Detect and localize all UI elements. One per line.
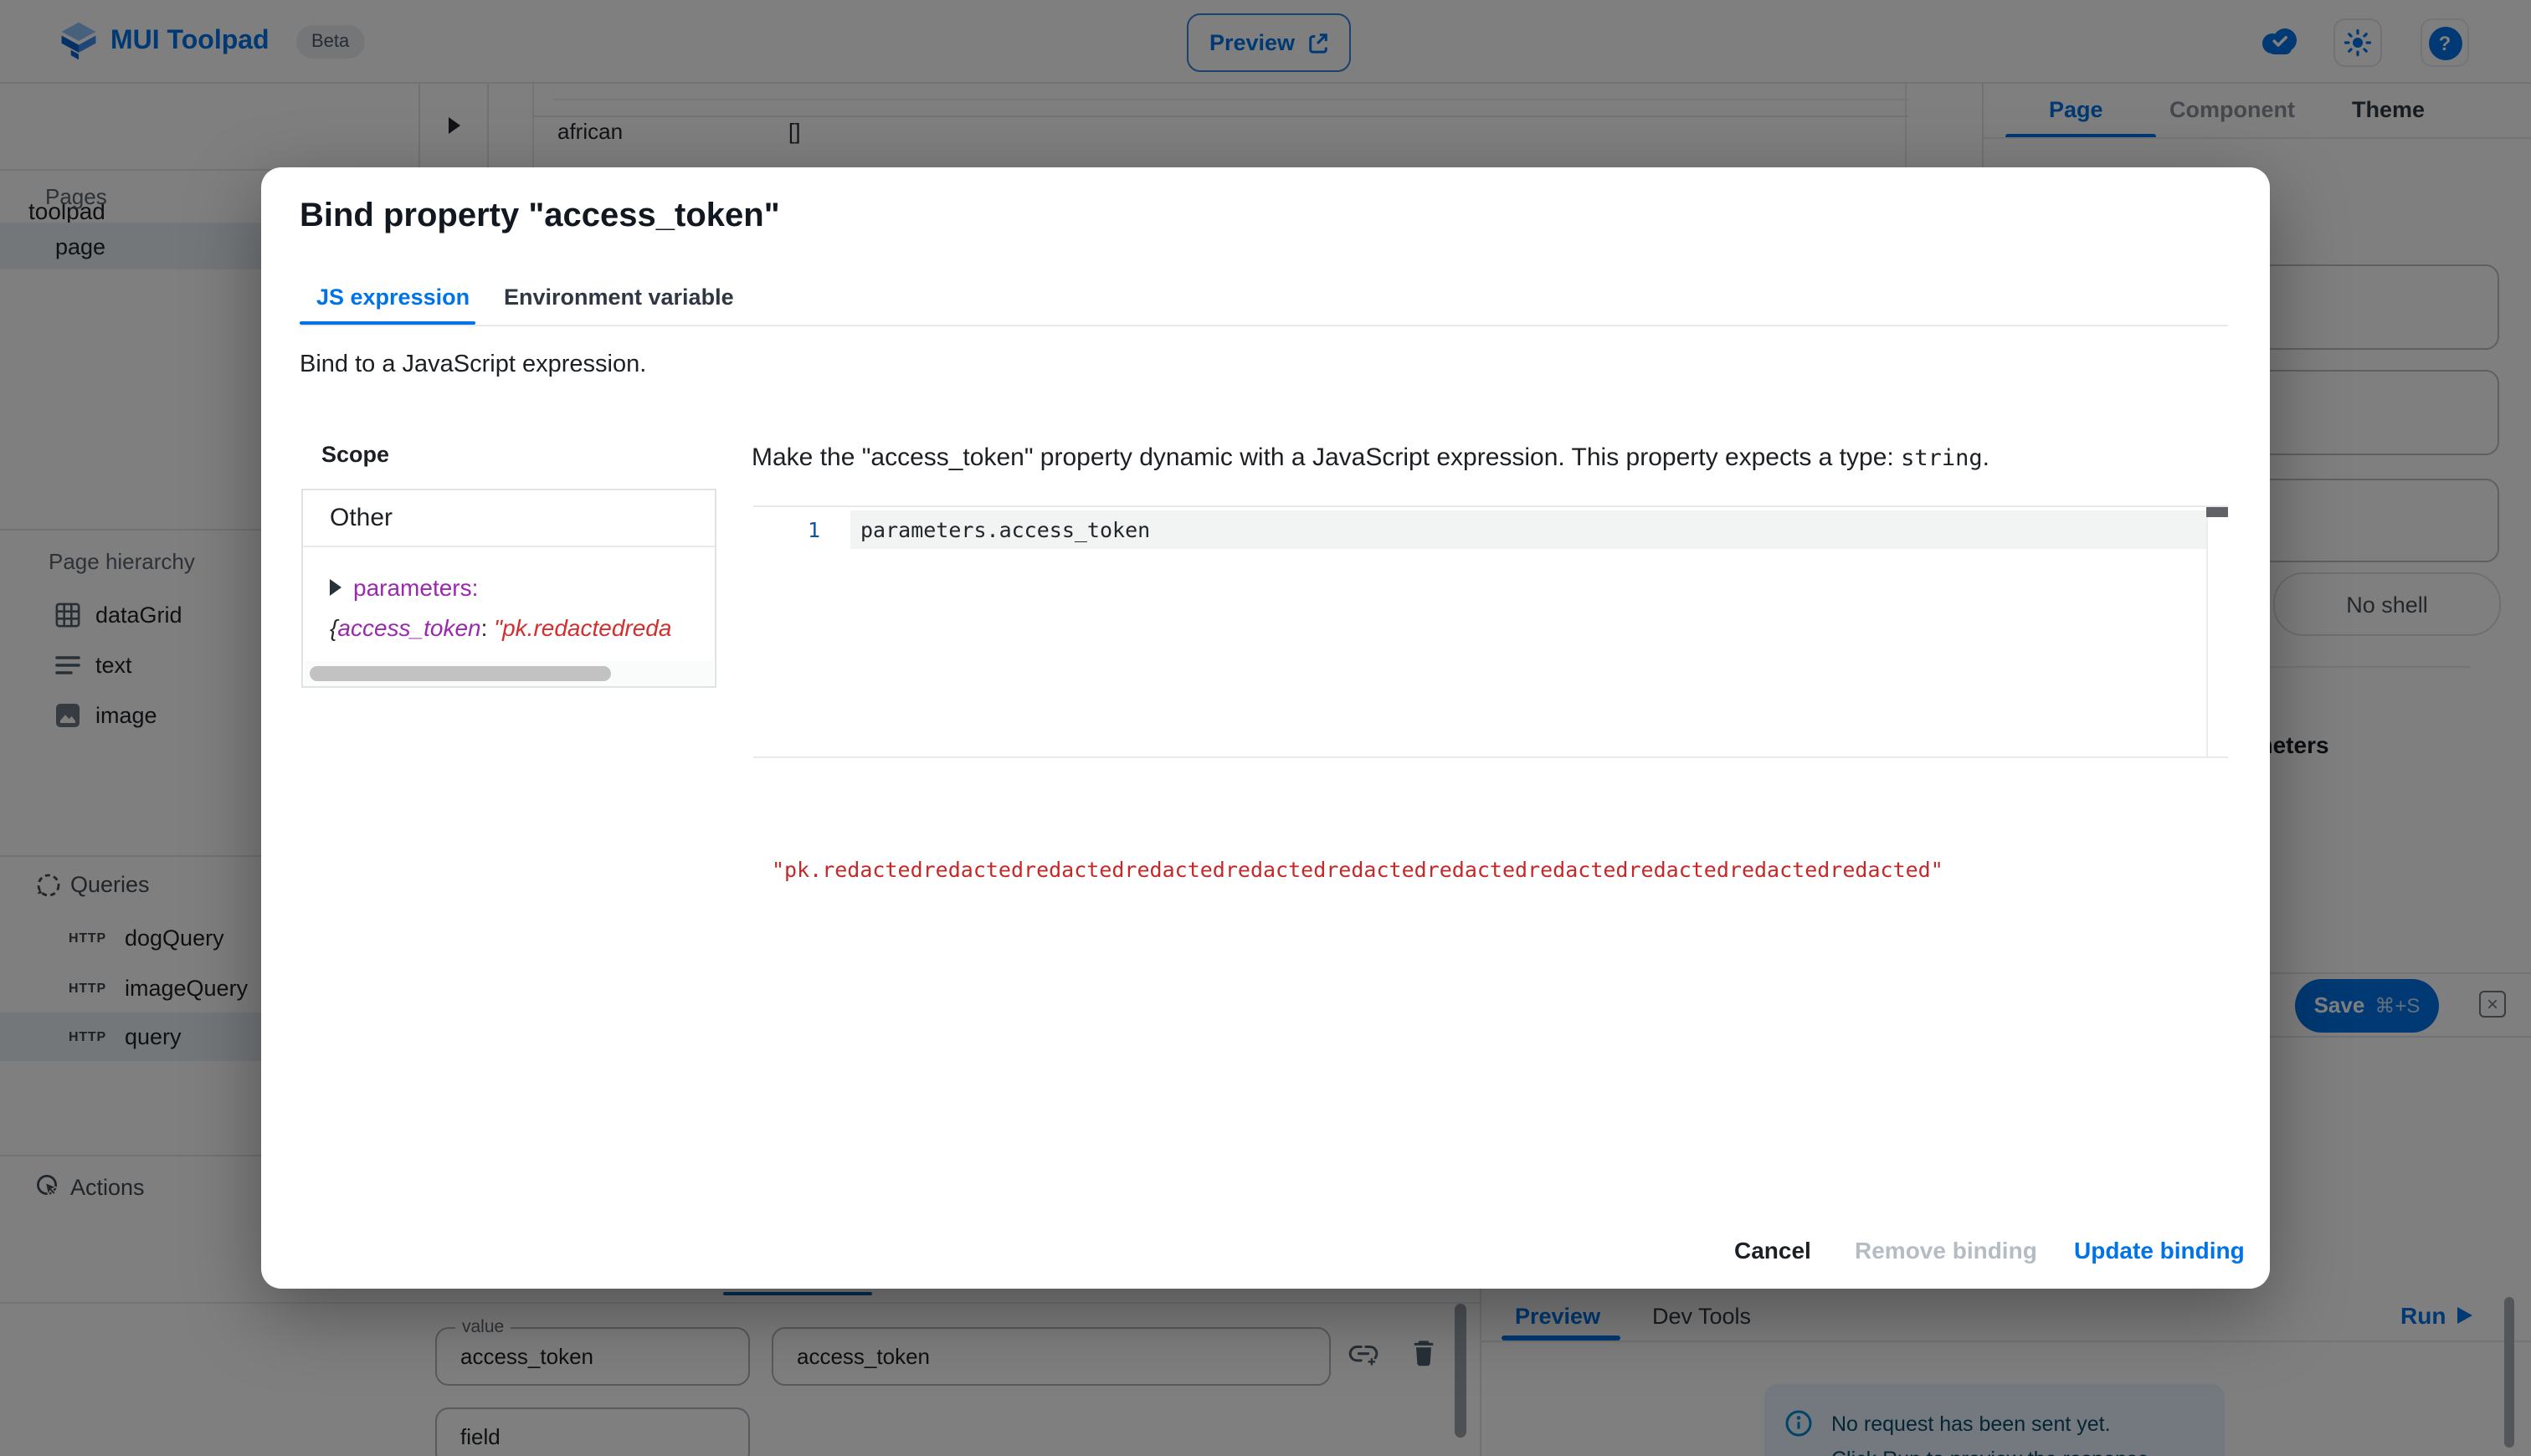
expression-result-preview: "pk.redactedredactedredactedredactedreda… [772,857,1943,882]
tab-js-expression[interactable]: JS expression [316,285,470,310]
editor-scrollbar-thumb[interactable] [2206,507,2228,517]
dialog-subtitle: Bind to a JavaScript expression. [300,351,647,378]
scope-tree-node[interactable]: parameters: [330,574,478,601]
tab-environment-variable[interactable]: Environment variable [504,285,734,310]
binding-description: Make the "access_token" property dynamic… [752,443,1989,471]
tree-expander-icon [330,579,341,596]
dialog-title: Bind property "access_token" [300,197,780,234]
update-binding-button[interactable]: Update binding [2074,1237,2245,1264]
remove-binding-button[interactable]: Remove binding [1855,1237,2037,1264]
scope-heading: Scope [321,442,390,467]
description-period: . [1982,443,1989,471]
scope-key: parameters: [353,574,479,601]
description-text: Make the "access_token" property dynamic… [752,443,1902,471]
editor-code[interactable]: parameters.access_token [860,517,1150,542]
js-expression-editor[interactable]: 1 parameters.access_token [753,505,2228,758]
editor-line-number: 1 [807,517,820,542]
scope-value-preview: {access_token: "pk.redactedreda [330,614,671,641]
scope-horizontal-scrollbar[interactable] [310,666,611,681]
app-root: MUI Toolpad Beta Preview ? [0,0,2531,1456]
description-type: string [1901,444,1983,471]
scope-explorer: Other parameters: {access_token: "pk.red… [301,489,716,688]
scope-group-label: Other [330,504,393,532]
cancel-button[interactable]: Cancel [1734,1237,1811,1264]
scope-colon: : [480,614,495,641]
scope-value-key: access_token [337,614,481,641]
scope-brace: { [330,614,338,641]
scope-value-string: "pk.redactedreda [494,614,672,641]
bind-property-dialog: Bind property "access_token" JS expressi… [261,167,2270,1289]
